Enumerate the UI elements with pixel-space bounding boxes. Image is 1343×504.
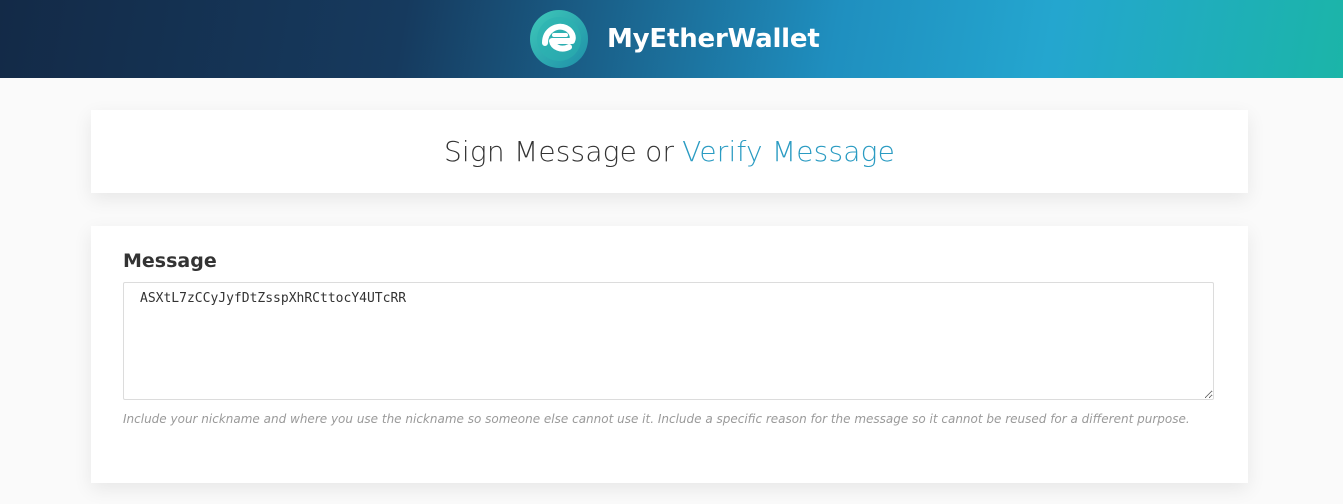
verify-message-link[interactable]: Verify Message [682,135,895,168]
message-help-text: Include your nickname and where you use … [123,412,1190,426]
title-separator: or [645,135,675,168]
app-header: MyEtherWallet [0,0,1343,78]
message-card: Message ASXtL7zCCyJyfDtZsspXhRCttocY4UTc… [91,226,1248,483]
brand-name: MyEtherWallet [607,24,820,54]
myetherwallet-logo-icon [530,10,588,68]
page-title: Sign Message or Verify Message [444,135,895,168]
sign-message-heading: Sign Message [443,135,638,168]
message-label: Message [123,250,217,272]
message-textarea[interactable]: ASXtL7zCCyJyfDtZsspXhRCttocY4UTcRR [123,282,1214,400]
sign-verify-title-card: Sign Message or Verify Message [91,110,1248,193]
brand[interactable]: MyEtherWallet [530,9,820,69]
